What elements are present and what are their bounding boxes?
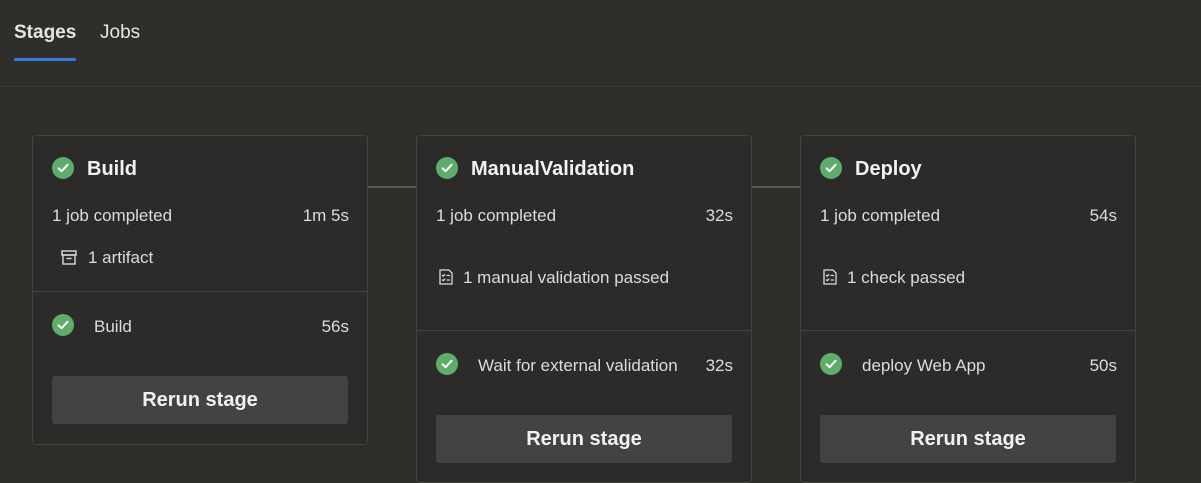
job-duration: 50s bbox=[1089, 356, 1117, 375]
checklist-icon bbox=[439, 269, 453, 285]
success-check-icon bbox=[436, 157, 458, 179]
checklist-icon bbox=[823, 269, 837, 285]
tab-bar: Stages Jobs bbox=[0, 0, 1201, 87]
stage-connector bbox=[752, 186, 800, 188]
stage-card-build[interactable]: Build 1 job completed 1m 5s 1 artifact B… bbox=[32, 135, 368, 445]
stage-duration: 32s bbox=[705, 206, 733, 225]
job-name[interactable]: Build bbox=[94, 317, 132, 337]
card-divider bbox=[801, 330, 1135, 331]
job-duration: 56s bbox=[321, 317, 349, 336]
success-check-icon bbox=[820, 157, 842, 179]
stage-card-manualvalidation[interactable]: ManualValidation 1 job completed 32s 1 m… bbox=[416, 135, 752, 483]
tab-jobs[interactable]: Jobs bbox=[100, 22, 140, 44]
active-tab-indicator bbox=[14, 58, 76, 61]
stage-title[interactable]: Deploy bbox=[855, 158, 922, 181]
card-divider bbox=[417, 330, 751, 331]
stage-title[interactable]: Build bbox=[87, 158, 137, 181]
job-success-check-icon bbox=[436, 353, 458, 375]
stage-summary: 1 job completed bbox=[820, 206, 941, 225]
job-name[interactable]: Wait for external validation bbox=[478, 356, 678, 376]
card-divider bbox=[33, 291, 367, 292]
rerun-stage-button[interactable]: Rerun stage bbox=[52, 376, 348, 424]
stage-duration: 54s bbox=[1089, 206, 1117, 225]
stage-connector bbox=[368, 186, 416, 188]
stage-card-deploy[interactable]: Deploy 1 job completed 54s 1 check passe… bbox=[800, 135, 1136, 483]
stage-summary: 1 job completed bbox=[436, 206, 557, 225]
validation-status[interactable]: 1 manual validation passed bbox=[463, 268, 669, 288]
success-check-icon bbox=[52, 157, 74, 179]
artifact-link[interactable]: 1 artifact bbox=[88, 248, 153, 268]
rerun-stage-button[interactable]: Rerun stage bbox=[436, 415, 732, 463]
stage-duration: 1m 5s bbox=[302, 206, 349, 225]
rerun-stage-button[interactable]: Rerun stage bbox=[820, 415, 1116, 463]
artifact-icon bbox=[61, 250, 77, 265]
job-name[interactable]: deploy Web App bbox=[862, 356, 986, 376]
job-duration: 32s bbox=[705, 356, 733, 375]
stage-summary: 1 job completed bbox=[52, 206, 173, 225]
checks-status[interactable]: 1 check passed bbox=[847, 268, 965, 288]
stage-title[interactable]: ManualValidation bbox=[471, 158, 634, 181]
job-success-check-icon bbox=[52, 314, 74, 336]
tab-stages[interactable]: Stages bbox=[14, 22, 76, 44]
job-success-check-icon bbox=[820, 353, 842, 375]
